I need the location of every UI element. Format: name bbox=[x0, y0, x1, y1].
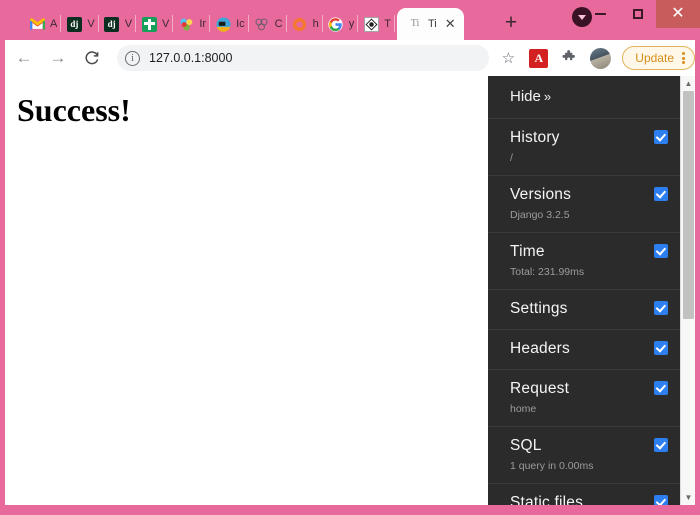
address-bar[interactable]: i 127.0.0.1:8000 bbox=[117, 45, 490, 71]
page-icon: Ti bbox=[410, 18, 420, 29]
update-button[interactable]: Update bbox=[622, 46, 695, 70]
pdf-extension-icon[interactable]: A bbox=[529, 48, 549, 68]
google-icon bbox=[328, 16, 344, 32]
tab-label: y bbox=[348, 18, 355, 30]
tab-separator bbox=[393, 15, 395, 32]
tab[interactable]: Ic bbox=[210, 8, 249, 40]
close-window-button[interactable]: ✕ bbox=[656, 0, 700, 28]
scrollbar-thumb[interactable] bbox=[683, 91, 694, 319]
cluster-icon bbox=[178, 16, 194, 32]
debug-panel-time[interactable]: Time Total: 231.99ms bbox=[488, 233, 680, 290]
tab-label: V bbox=[124, 18, 133, 30]
url-text[interactable]: 127.0.0.1:8000 bbox=[149, 51, 232, 65]
tab-label: Ic bbox=[236, 18, 245, 30]
puzzle-icon[interactable] bbox=[557, 46, 581, 70]
debug-hide-label: Hide» bbox=[510, 88, 552, 105]
browser-window: Adj Vdj V V Ir Ic Ch y T Ti Ti ✕ + ✕ ← → i 127.0.0.… bbox=[0, 0, 700, 515]
debug-panel-title: Headers bbox=[510, 340, 570, 357]
django-icon: dj bbox=[66, 16, 82, 32]
debug-panel-checkbox[interactable] bbox=[654, 495, 668, 505]
tab-label: A bbox=[50, 18, 58, 30]
three-dot-menu-icon[interactable] bbox=[682, 51, 685, 66]
tab-label: h bbox=[312, 18, 319, 30]
scroll-down-icon[interactable]: ▼ bbox=[681, 490, 695, 505]
debug-panel-checkbox[interactable] bbox=[654, 341, 668, 355]
close-icon: ✕ bbox=[671, 5, 685, 22]
tab[interactable]: dj V bbox=[61, 8, 99, 40]
tab-label: V bbox=[87, 18, 95, 30]
tab-label: Ti bbox=[427, 18, 437, 30]
debug-panel-request[interactable]: Request home bbox=[488, 370, 680, 427]
debug-panel-checkbox[interactable] bbox=[654, 187, 668, 201]
tab-strip: Adj Vdj V V Ir Ic Ch y T Ti Ti ✕ + ✕ bbox=[0, 0, 700, 40]
reload-icon[interactable] bbox=[77, 43, 107, 73]
tab-label: C bbox=[274, 18, 283, 30]
debug-panel-list: Hide» History / Versions Django 3.2.5 Time To… bbox=[488, 76, 680, 505]
sheets-icon bbox=[141, 16, 157, 32]
debug-panel-title: Settings bbox=[510, 300, 568, 317]
minimize-button[interactable] bbox=[582, 0, 619, 28]
card-icon bbox=[215, 16, 231, 32]
tab-close-icon[interactable]: ✕ bbox=[443, 16, 458, 32]
django-debug-toolbar: Hide» History / Versions Django 3.2.5 Time To… bbox=[488, 76, 695, 505]
debug-panel-checkbox[interactable] bbox=[654, 381, 668, 395]
debug-panel-checkbox[interactable] bbox=[654, 301, 668, 315]
new-tab-button[interactable]: + bbox=[498, 10, 524, 36]
tab[interactable]: V bbox=[136, 8, 174, 40]
debug-panel-subtitle: Django 3.2.5 bbox=[510, 209, 570, 221]
debug-panel-checkbox[interactable] bbox=[654, 130, 668, 144]
orange-circle-icon bbox=[292, 16, 308, 32]
maximize-button[interactable] bbox=[619, 0, 656, 28]
debug-panel-title: Request bbox=[510, 380, 570, 397]
tab[interactable]: Ir bbox=[173, 8, 211, 40]
info-icon[interactable]: i bbox=[125, 50, 140, 66]
tab-list: Adj Vdj V V Ir Ic Ch y T Ti Ti ✕ bbox=[24, 8, 464, 40]
debug-panel-versions[interactable]: Versions Django 3.2.5 bbox=[488, 176, 680, 233]
django-icon: dj bbox=[104, 16, 120, 32]
debug-panel-checkbox[interactable] bbox=[654, 244, 668, 258]
page-viewport: Success! Hide» History / Versions Django 3.… bbox=[5, 76, 695, 505]
tab-active[interactable]: Ti Ti ✕ bbox=[396, 8, 464, 40]
debug-panel-title: SQL bbox=[510, 437, 542, 454]
avatar[interactable] bbox=[590, 47, 612, 69]
tab-label: T bbox=[384, 18, 391, 30]
debug-panel-subtitle: home bbox=[510, 403, 537, 415]
tab-label: Ir bbox=[199, 18, 207, 30]
debug-panel-subtitle: / bbox=[510, 152, 513, 164]
star-icon[interactable]: ☆ bbox=[495, 45, 521, 71]
tab[interactable]: dj V bbox=[99, 8, 137, 40]
debug-panel-static-files[interactable]: Static files bbox=[488, 484, 680, 505]
update-button-label: Update bbox=[635, 51, 674, 65]
debug-panel-subtitle: Total: 231.99ms bbox=[510, 266, 585, 278]
tab[interactable]: y bbox=[323, 8, 359, 40]
browser-toolbar: ← → i 127.0.0.1:8000 ☆ A Update bbox=[5, 40, 695, 76]
debug-panel-headers[interactable]: Headers bbox=[488, 330, 680, 370]
tab[interactable]: T bbox=[358, 8, 395, 40]
debug-panel-subtitle: 1 query in 0.00ms bbox=[510, 460, 594, 472]
debug-panel-settings[interactable]: Settings bbox=[488, 290, 680, 330]
debug-panel-title: Time bbox=[510, 243, 545, 260]
forward-arrow-icon[interactable]: → bbox=[43, 43, 73, 73]
debug-toolbar-scrollbar[interactable]: ▲ ▼ bbox=[680, 76, 695, 505]
debug-hide-button[interactable]: Hide» bbox=[488, 76, 680, 119]
tab[interactable]: h bbox=[287, 8, 323, 40]
window-controls: ✕ bbox=[582, 0, 700, 28]
diamond-icon bbox=[363, 16, 379, 32]
debug-panel-title: History bbox=[510, 129, 560, 146]
debug-panel-sql[interactable]: SQL 1 query in 0.00ms bbox=[488, 427, 680, 484]
tab-label: V bbox=[162, 18, 170, 30]
gmail-icon bbox=[29, 16, 45, 32]
scroll-up-icon[interactable]: ▲ bbox=[681, 76, 695, 91]
debug-panel-title: Static files bbox=[510, 494, 584, 505]
page-title: Success! bbox=[17, 92, 131, 128]
molecule-icon bbox=[254, 16, 270, 32]
debug-panel-checkbox[interactable] bbox=[654, 438, 668, 452]
double-chevron-right-icon: » bbox=[543, 89, 552, 104]
debug-panel-title: Versions bbox=[510, 186, 572, 203]
debug-panel-history[interactable]: History / bbox=[488, 119, 680, 176]
tab[interactable]: C bbox=[249, 8, 287, 40]
back-arrow-icon[interactable]: ← bbox=[9, 43, 39, 73]
tab[interactable]: A bbox=[24, 8, 62, 40]
